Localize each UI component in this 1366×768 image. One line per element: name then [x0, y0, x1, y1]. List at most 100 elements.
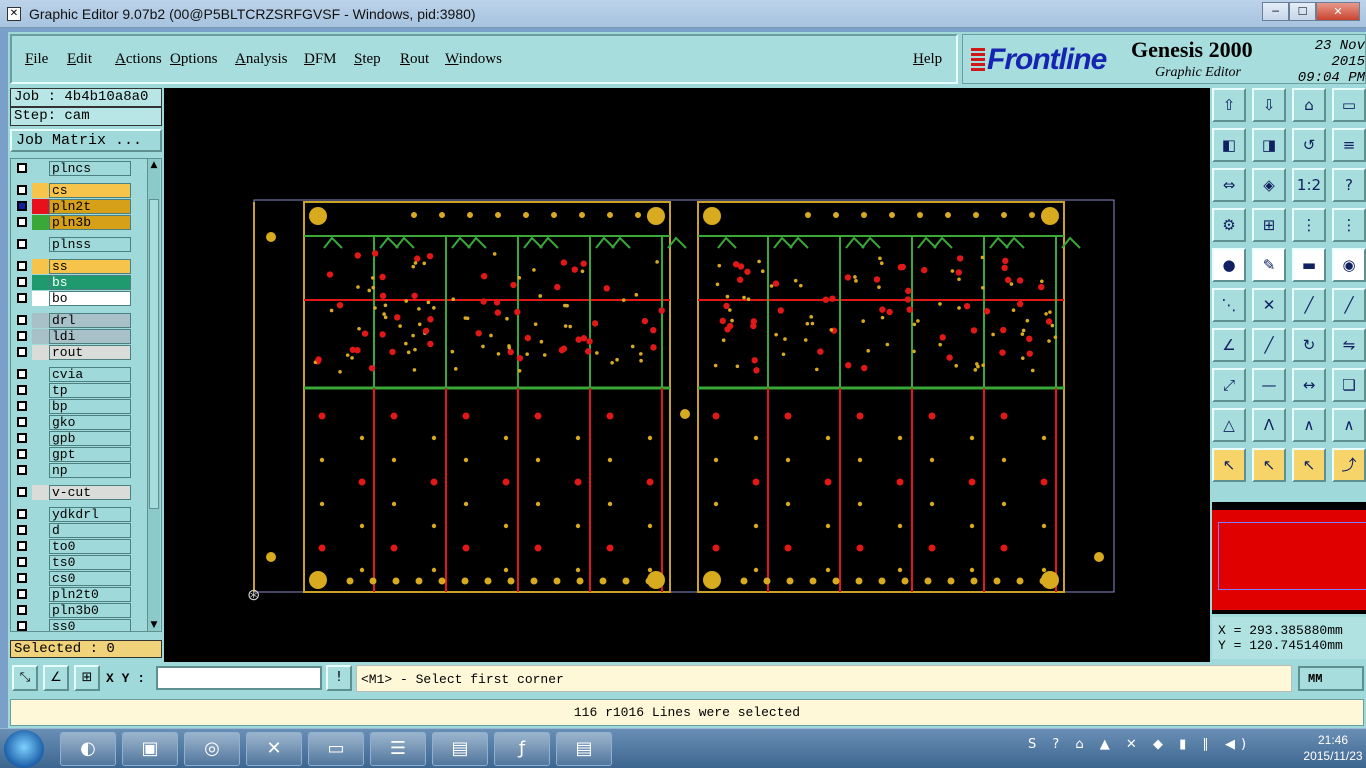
menu-rout[interactable]: Rout [400, 51, 429, 68]
layer-row-ydkdrl[interactable]: ydkdrl [13, 507, 133, 522]
line2-icon[interactable]: ╱ [1332, 288, 1366, 322]
layer-checkbox[interactable] [17, 217, 27, 227]
flip-icon[interactable]: ⇋ [1332, 328, 1366, 362]
scroll-down-icon[interactable]: ▼ [148, 619, 160, 631]
layer-row-pln3b[interactable]: pln3b [13, 215, 133, 230]
select2-icon[interactable]: ↖ [1252, 448, 1286, 482]
layer-checkbox[interactable] [17, 487, 27, 497]
window-taskbar-icon[interactable]: ▭ [308, 732, 364, 766]
alert-icon[interactable]: ! [326, 665, 352, 691]
layer-scrollbar[interactable]: ▲ ▼ [147, 159, 160, 631]
start-button[interactable] [4, 730, 44, 768]
grid-icon[interactable]: ⊞ [74, 665, 100, 691]
document-taskbar-icon[interactable]: ☰ [370, 732, 426, 766]
arc2-icon[interactable]: ∧ [1332, 408, 1366, 442]
layer-checkbox[interactable] [17, 331, 27, 341]
layer-row-np[interactable]: np [13, 463, 133, 478]
viewer-taskbar-icon[interactable]: ◎ [184, 732, 240, 766]
x-app-taskbar-icon[interactable]: ✕ [246, 732, 302, 766]
pan-left-icon[interactable]: ◧ [1212, 128, 1246, 162]
layer-checkbox[interactable] [17, 433, 27, 443]
layer-row-drl[interactable]: drl [13, 313, 133, 328]
measure-icon[interactable]: ∠ [43, 665, 69, 691]
menu-analysis[interactable]: Analysis [235, 51, 288, 68]
angle-icon[interactable]: ∠ [1212, 328, 1246, 362]
layer-checkbox[interactable] [17, 557, 27, 567]
zoom-in-icon[interactable]: ≡ [1332, 128, 1366, 162]
layer-checkbox[interactable] [17, 163, 27, 173]
dash-icon[interactable]: — [1252, 368, 1286, 402]
select-icon[interactable]: ↖ [1212, 448, 1246, 482]
file-taskbar-icon[interactable]: ▤ [432, 732, 488, 766]
layer-row-bs[interactable]: bs [13, 275, 133, 290]
cross-icon[interactable]: ✕ [1252, 288, 1286, 322]
layer-checkbox[interactable] [17, 369, 27, 379]
layer-row-cs0[interactable]: cs0 [13, 571, 133, 586]
select3-icon[interactable]: ↖ [1292, 448, 1326, 482]
scale-1-2-icon[interactable]: 1:2 [1292, 168, 1326, 202]
settings-icon[interactable]: ⚙ [1212, 208, 1246, 242]
layer-row-ss[interactable]: ss [13, 259, 133, 274]
layer-checkbox[interactable] [17, 315, 27, 325]
layer-row-rout[interactable]: rout [13, 345, 133, 360]
xy-input[interactable] [156, 666, 322, 690]
layer-checkbox[interactable] [17, 401, 27, 411]
layer-checkbox[interactable] [17, 293, 27, 303]
net2-icon[interactable]: ⋮ [1332, 208, 1366, 242]
path-icon[interactable]: ⤴ [1332, 448, 1366, 482]
f-app-taskbar-icon[interactable]: ƒ [494, 732, 550, 766]
layer-checkbox[interactable] [17, 449, 27, 459]
copy-icon[interactable]: ❏ [1332, 368, 1366, 402]
layer-row-pln2t0[interactable]: pln2t0 [13, 587, 133, 602]
center-icon[interactable]: ◈ [1252, 168, 1286, 202]
layer-checkbox[interactable] [17, 509, 27, 519]
menu-options[interactable]: Options [170, 51, 218, 68]
unit-selector[interactable]: MM [1298, 666, 1364, 691]
undo-zoom-icon[interactable]: ↺ [1292, 128, 1326, 162]
menu-edit[interactable]: Edit [67, 51, 92, 68]
layer-checkbox[interactable] [17, 185, 27, 195]
layer-checkbox[interactable] [17, 385, 27, 395]
window-icon[interactable]: ▭ [1332, 88, 1366, 122]
node-icon[interactable]: ⋱ [1212, 288, 1246, 322]
layer-row-gpt[interactable]: gpt [13, 447, 133, 462]
layer-checkbox[interactable] [17, 201, 27, 211]
layer-checkbox[interactable] [17, 465, 27, 475]
fit-icon[interactable]: ⇔ [1212, 168, 1246, 202]
menu-actions[interactable]: Actions [115, 51, 162, 68]
open-icon[interactable]: ⇧ [1212, 88, 1246, 122]
layer-row-ss0[interactable]: ss0 [13, 619, 133, 631]
menu-file[interactable]: File [25, 51, 48, 68]
ruler-icon[interactable]: ▬ [1292, 248, 1326, 282]
zoom-window-icon[interactable]: ⤡ [12, 665, 38, 691]
layer-row-gpb[interactable]: gpb [13, 431, 133, 446]
layer-checkbox[interactable] [17, 605, 27, 615]
layer-checkbox[interactable] [17, 417, 27, 427]
layer-checkbox[interactable] [17, 347, 27, 357]
layer-row-plnss[interactable]: plnss [13, 237, 133, 252]
layer-checkbox[interactable] [17, 621, 27, 631]
layer-row-d[interactable]: d [13, 523, 133, 538]
edit-icon[interactable]: ✎ [1252, 248, 1286, 282]
save-icon[interactable]: ⇩ [1252, 88, 1286, 122]
pad-icon[interactable]: ● [1212, 248, 1246, 282]
save-taskbar-icon[interactable]: ▣ [122, 732, 178, 766]
layer-row-plncs[interactable]: plncs [13, 161, 133, 176]
line-icon[interactable]: ╱ [1292, 288, 1326, 322]
arc-icon[interactable]: ∧ [1292, 408, 1326, 442]
home-icon[interactable]: ⌂ [1292, 88, 1326, 122]
file2-taskbar-icon[interactable]: ▤ [556, 732, 612, 766]
layer-row-bp[interactable]: bp [13, 399, 133, 414]
layer-row-ldi[interactable]: ldi [13, 329, 133, 344]
help-icon[interactable]: ? [1332, 168, 1366, 202]
vertex-icon[interactable]: Λ [1252, 408, 1286, 442]
layer-row-cvia[interactable]: cvia [13, 367, 133, 382]
pcb-drawing[interactable]: ⊛ [164, 88, 1210, 662]
pen-icon[interactable]: ╱ [1252, 328, 1286, 362]
layer-row-v-cut[interactable]: v-cut [13, 485, 133, 500]
rotate-icon[interactable]: ↻ [1292, 328, 1326, 362]
layer-row-to0[interactable]: to0 [13, 539, 133, 554]
clock[interactable]: 21:46 2015/11/23 [1300, 732, 1366, 764]
layer-checkbox[interactable] [17, 541, 27, 551]
minimize-button[interactable]: ─ [1262, 2, 1289, 21]
